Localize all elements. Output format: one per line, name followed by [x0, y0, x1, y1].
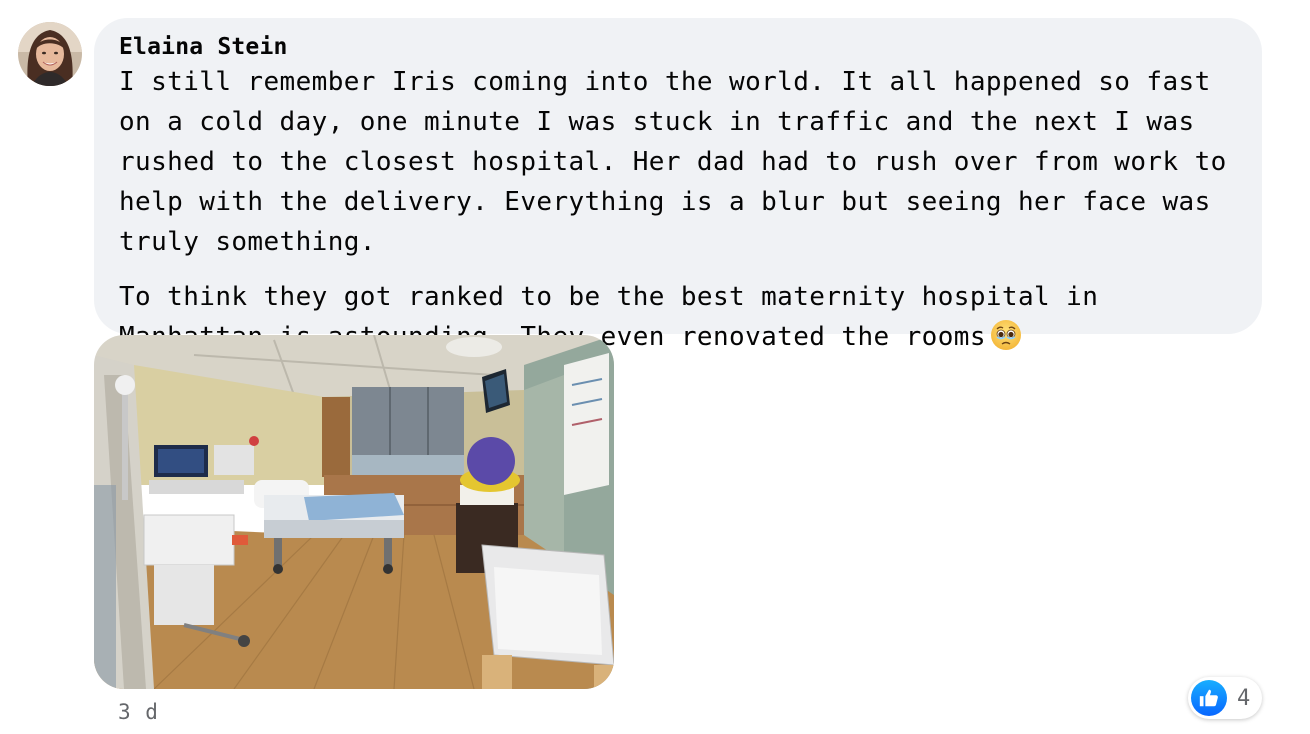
comment-timestamp[interactable]: 3 d	[118, 700, 159, 724]
author-name[interactable]: Elaina Stein	[119, 32, 288, 62]
reaction-summary[interactable]: 4	[1188, 677, 1263, 719]
comment-paragraph-1: I still remember Iris coming into the wo…	[119, 67, 1227, 257]
author-avatar[interactable]	[18, 22, 82, 86]
like-icon	[1191, 680, 1227, 716]
attached-photo[interactable]	[94, 335, 614, 689]
reaction-count: 4	[1237, 685, 1251, 711]
comment-bubble: Elaina Stein I still remember Iris comin…	[94, 18, 1262, 352]
face-holding-back-tears-emoji	[990, 319, 1022, 363]
